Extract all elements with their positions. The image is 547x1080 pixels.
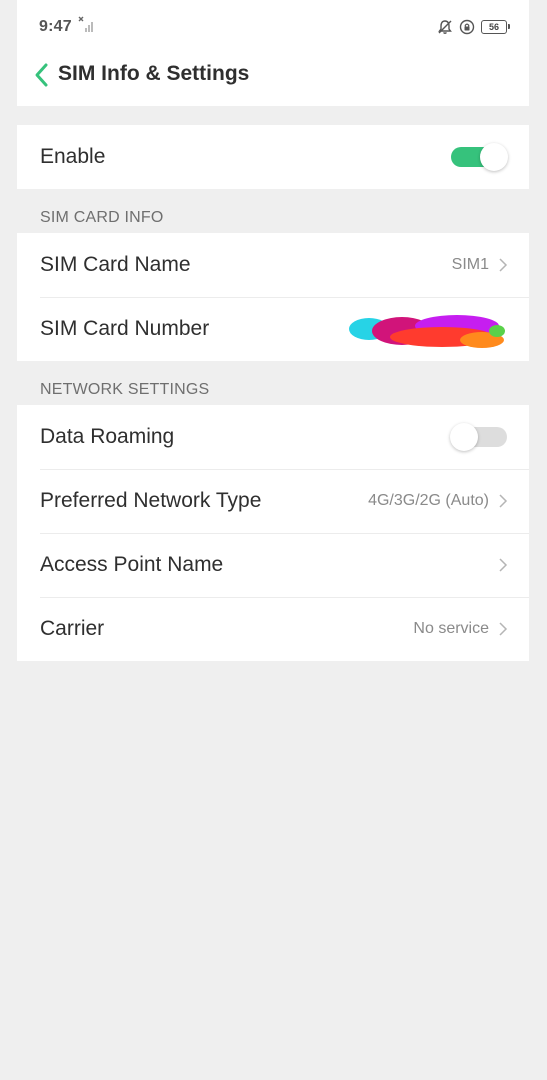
enable-card: Enable [17,125,529,189]
chevron-right-icon [499,258,508,272]
access-point-name-row[interactable]: Access Point Name [17,533,529,597]
network-settings-card: Data Roaming Preferred Network Type 4G/3… [17,405,529,661]
redacted-scribble [349,315,505,348]
page-title: SIM Info & Settings [58,62,250,85]
preferred-network-type-row[interactable]: Preferred Network Type 4G/3G/2G (Auto) [17,469,529,533]
sim-card-name-label: SIM Card Name [40,253,191,276]
access-point-name-label: Access Point Name [40,553,224,576]
sim-card-number-row[interactable]: SIM Card Number [17,297,529,361]
carrier-value: No service [413,620,489,637]
enable-toggle[interactable] [451,143,508,171]
chevron-right-icon [499,494,508,508]
data-roaming-toggle[interactable] [450,423,507,451]
carrier-row[interactable]: Carrier No service [17,597,529,661]
preferred-network-type-label: Preferred Network Type [40,489,262,512]
enable-row[interactable]: Enable [17,125,529,189]
status-time: 9:47 [39,18,72,35]
data-roaming-row[interactable]: Data Roaming [17,405,529,469]
battery-level: 56 [488,21,499,32]
header-card: 9:47 56 SIM Info & Settings [17,0,529,106]
chevron-left-icon[interactable] [31,61,53,89]
enable-label: Enable [40,145,106,168]
sim-card-number-label: SIM Card Number [40,317,210,340]
section-header-sim-card-info: SIM CARD INFO [40,209,164,226]
preferred-network-type-value: 4G/3G/2G (Auto) [368,492,489,509]
status-icons: 56 [437,17,510,37]
sim-card-name-value: SIM1 [451,256,489,273]
carrier-label: Carrier [40,617,105,640]
chevron-right-icon [499,622,508,636]
chevron-right-icon [499,558,508,572]
sim-card-name-row[interactable]: SIM Card Name SIM1 [17,233,529,297]
signal-off-icon [78,16,93,32]
title-bar: SIM Info & Settings [17,54,529,96]
rotation-lock-icon [459,19,475,35]
toggle-thumb [450,423,478,451]
section-header-network-settings: NETWORK SETTINGS [40,381,210,398]
toggle-thumb [480,143,508,171]
data-roaming-label: Data Roaming [40,425,175,448]
silent-bell-icon [438,20,452,34]
battery-icon: 56 [481,20,510,34]
sim-card-info-card: SIM Card Name SIM1 SIM Card Number [17,233,529,361]
status-bar: 9:47 56 [17,0,529,54]
